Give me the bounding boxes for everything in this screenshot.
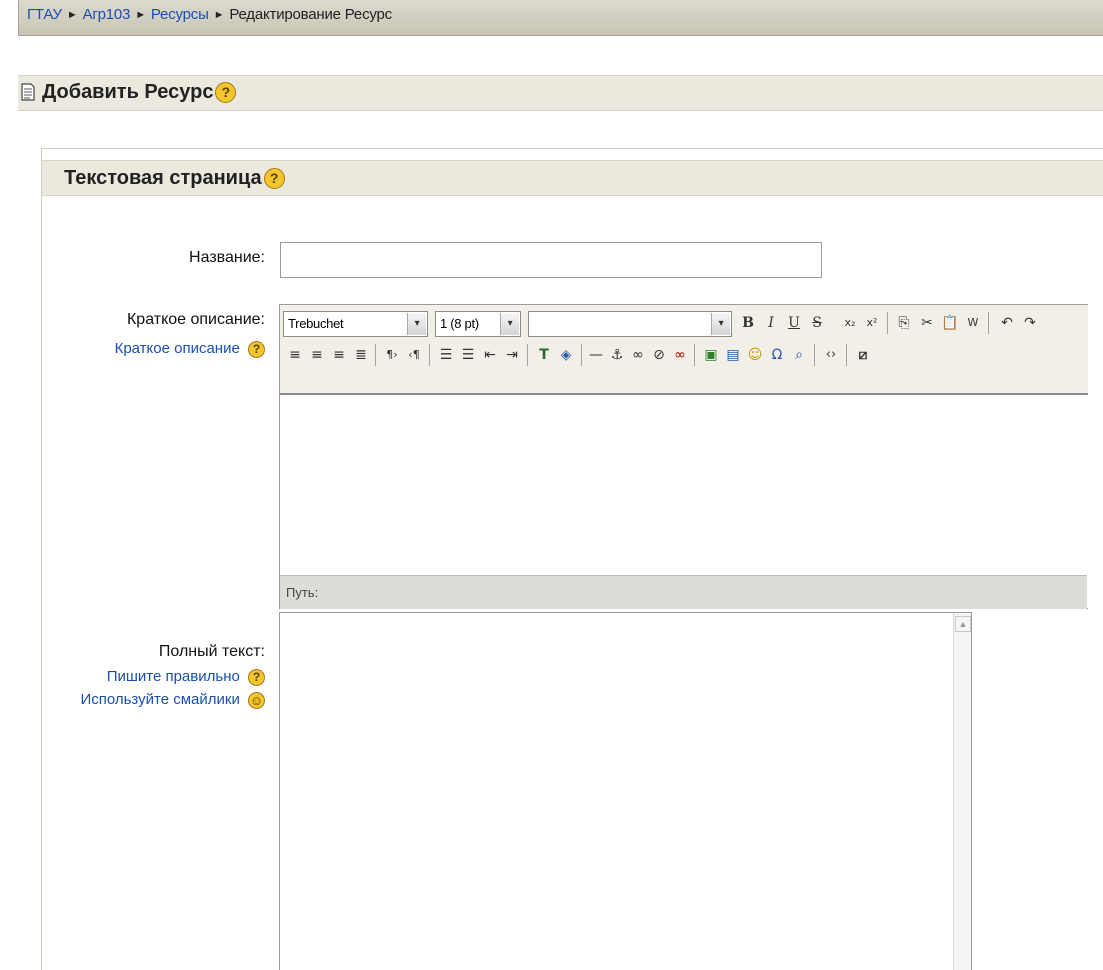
anchor-icon[interactable]: ⚓ xyxy=(607,344,627,366)
smiley-icon[interactable]: ☺ xyxy=(248,691,265,709)
copy-icon[interactable]: ⎘ xyxy=(894,312,914,334)
chevron-down-icon: ▾ xyxy=(711,313,730,335)
background-color-icon[interactable]: ◈ xyxy=(556,344,576,366)
text-color-icon[interactable]: T xyxy=(534,344,554,366)
toolbar-separator xyxy=(375,344,376,366)
help-icon[interactable]: ? xyxy=(248,668,265,686)
writing-help-link[interactable]: Пишите правильно xyxy=(107,668,240,685)
toolbar-separator xyxy=(988,312,989,334)
italic-icon[interactable]: I xyxy=(761,312,781,334)
nolink-icon[interactable]: ∞ xyxy=(670,344,690,366)
document-icon xyxy=(21,83,35,101)
ordered-list-icon[interactable]: ☰ xyxy=(436,344,456,366)
name-input[interactable] xyxy=(280,242,822,278)
page-title: Добавить Ресурс xyxy=(42,81,214,103)
summary-help-row: Краткое описание ? xyxy=(115,340,265,358)
fieldset-legend: Текстовая страница? xyxy=(42,160,1103,196)
unlink-icon[interactable]: ⊘ xyxy=(649,344,669,366)
link-icon[interactable]: ∞ xyxy=(628,344,648,366)
paragraph-style-select[interactable]: ▾ xyxy=(528,311,732,337)
font-size-value: 1 (8 pt) xyxy=(440,316,479,331)
align-center-icon[interactable]: ≡ xyxy=(307,344,327,366)
page-header: Добавить Ресурс? xyxy=(18,75,1103,111)
editor-path-bar: Путь: xyxy=(280,575,1087,609)
ltr-icon[interactable]: ¶› xyxy=(382,344,402,366)
navbar: ГТАУ ► Агр103 ► Ресурсы ► Редактирование Ресур… xyxy=(18,0,1103,36)
paste-icon[interactable]: 📋 xyxy=(940,312,960,334)
bold-icon[interactable]: B xyxy=(738,312,758,334)
fulltext-textarea[interactable] xyxy=(279,612,972,970)
horizontal-rule-icon[interactable]: — xyxy=(586,344,606,366)
name-label: Название: xyxy=(189,249,265,266)
toolbar-separator xyxy=(527,344,528,366)
toolbar-separator xyxy=(814,344,815,366)
outdent-icon[interactable]: ⇤ xyxy=(480,344,500,366)
undo-icon[interactable]: ↶ xyxy=(997,312,1017,334)
strikethrough-icon[interactable]: S xyxy=(807,312,827,334)
breadcrumb-current: Редактирование Ресурс xyxy=(229,6,392,23)
textarea-scrollbar[interactable]: ▲ xyxy=(953,613,971,970)
breadcrumb-link-gtau[interactable]: ГТАУ xyxy=(27,6,62,23)
summary-help-link[interactable]: Краткое описание xyxy=(115,340,240,357)
cut-icon[interactable]: ✂ xyxy=(917,312,937,334)
summary-editor-area[interactable] xyxy=(280,395,1088,575)
align-justify-icon[interactable]: ≣ xyxy=(351,344,371,366)
html-source-icon[interactable]: ‹› xyxy=(821,344,841,366)
breadcrumb: ГТАУ ► Агр103 ► Ресурсы ► Редактирование Ресур… xyxy=(27,6,392,23)
fullscreen-icon[interactable]: ⧄ xyxy=(853,344,873,366)
chevron-down-icon: ▾ xyxy=(500,313,519,335)
font-family-select[interactable]: Trebuchet ▾ xyxy=(283,311,428,337)
search-replace-icon[interactable]: ⌕ xyxy=(789,344,809,366)
insert-image-icon[interactable]: ▣ xyxy=(701,344,721,366)
align-right-icon[interactable]: ≡ xyxy=(329,344,349,366)
toolbar-separator xyxy=(846,344,847,366)
align-left-icon[interactable]: ≡ xyxy=(285,344,305,366)
underline-icon[interactable]: U xyxy=(784,312,804,334)
toolbar-separator xyxy=(581,344,582,366)
font-size-select[interactable]: 1 (8 pt) ▾ xyxy=(435,311,521,337)
help-icon[interactable]: ? xyxy=(215,82,237,104)
superscript-icon[interactable]: x² xyxy=(862,312,882,334)
breadcrumb-link-course[interactable]: Агр103 xyxy=(83,6,131,23)
help-icon[interactable]: ? xyxy=(263,168,285,190)
subscript-icon[interactable]: x₂ xyxy=(840,312,860,334)
breadcrumb-separator: ► xyxy=(66,9,78,21)
fulltext-label: Полный текст: xyxy=(158,643,265,660)
paste-word-icon[interactable]: W xyxy=(963,312,983,334)
toolbar-separator xyxy=(887,312,888,334)
toolbar-separator xyxy=(694,344,695,366)
smileys-help-link[interactable]: Используйте смайлики xyxy=(80,691,239,708)
font-family-value: Trebuchet xyxy=(288,316,344,331)
breadcrumb-separator: ► xyxy=(135,9,146,21)
breadcrumb-separator: ► xyxy=(213,9,225,21)
unordered-list-icon[interactable]: ☰ xyxy=(458,344,478,366)
insert-table-icon[interactable]: ▤ xyxy=(723,344,743,366)
scroll-up-arrow-icon[interactable]: ▲ xyxy=(955,616,971,632)
fulltext-help-row: Пишите правильно ? xyxy=(107,668,265,686)
redo-icon[interactable]: ↷ xyxy=(1020,312,1040,334)
rtl-icon[interactable]: ‹¶ xyxy=(404,344,424,366)
editor-toolbar: Trebuchet ▾ 1 (8 pt) ▾ ▾ B I U S x₂ x² ⎘ ✂… xyxy=(280,305,1088,395)
indent-icon[interactable]: ⇥ xyxy=(502,344,522,366)
smileys-help-row: Используйте смайлики ☺ xyxy=(80,691,265,709)
breadcrumb-link-resources[interactable]: Ресурсы xyxy=(151,6,209,23)
help-icon[interactable]: ? xyxy=(248,340,265,358)
toolbar-separator xyxy=(429,344,430,366)
insert-char-icon[interactable]: Ω xyxy=(767,344,787,366)
summary-label: Краткое описание: xyxy=(126,311,265,328)
smiley-icon[interactable]: ☺ xyxy=(745,344,765,366)
fieldset-title: Текстовая страница xyxy=(64,167,262,189)
chevron-down-icon: ▾ xyxy=(407,313,426,335)
